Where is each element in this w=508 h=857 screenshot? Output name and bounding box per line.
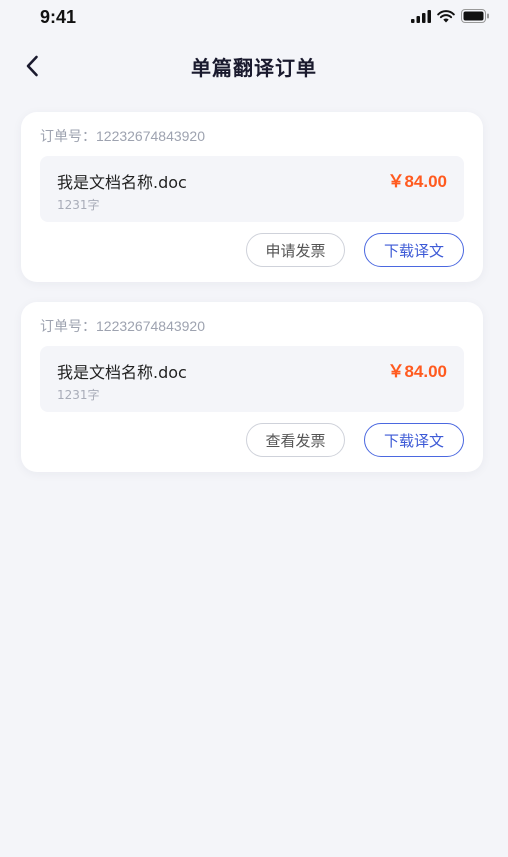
order-price: ￥84.00	[387, 172, 447, 191]
cellular-signal-icon	[411, 9, 431, 23]
order-card: 订单号：12232674843920 我是文档名称.doc 1231字 ￥84.…	[21, 112, 483, 282]
status-icons	[411, 9, 490, 23]
document-info[interactable]: 我是文档名称.doc 1231字 ￥84.00	[40, 156, 464, 222]
apply-invoice-button[interactable]: 申请发票	[246, 233, 345, 267]
page-title: 单篇翻译订单	[191, 56, 317, 80]
download-translation-button[interactable]: 下载译文	[364, 233, 464, 267]
nav-bar: 单篇翻译订单	[0, 44, 508, 88]
order-card: 订单号：12232674843920 我是文档名称.doc 1231字 ￥84.…	[21, 302, 483, 472]
wifi-icon	[437, 9, 455, 22]
document-info[interactable]: 我是文档名称.doc 1231字 ￥84.00	[40, 346, 464, 412]
battery-icon	[461, 9, 489, 23]
document-name: 我是文档名称.doc	[57, 173, 187, 192]
status-time: 9:41	[40, 7, 77, 27]
status-bar: 9:41	[0, 0, 508, 38]
download-translation-button[interactable]: 下载译文	[364, 423, 464, 457]
word-count: 1231字	[57, 388, 100, 402]
word-count: 1231字	[57, 198, 100, 212]
order-number: 订单号：12232674843920	[40, 318, 206, 334]
document-name: 我是文档名称.doc	[57, 363, 187, 382]
order-number: 订单号：12232674843920	[40, 128, 206, 144]
view-invoice-button[interactable]: 查看发票	[246, 423, 345, 457]
order-price: ￥84.00	[387, 362, 447, 381]
